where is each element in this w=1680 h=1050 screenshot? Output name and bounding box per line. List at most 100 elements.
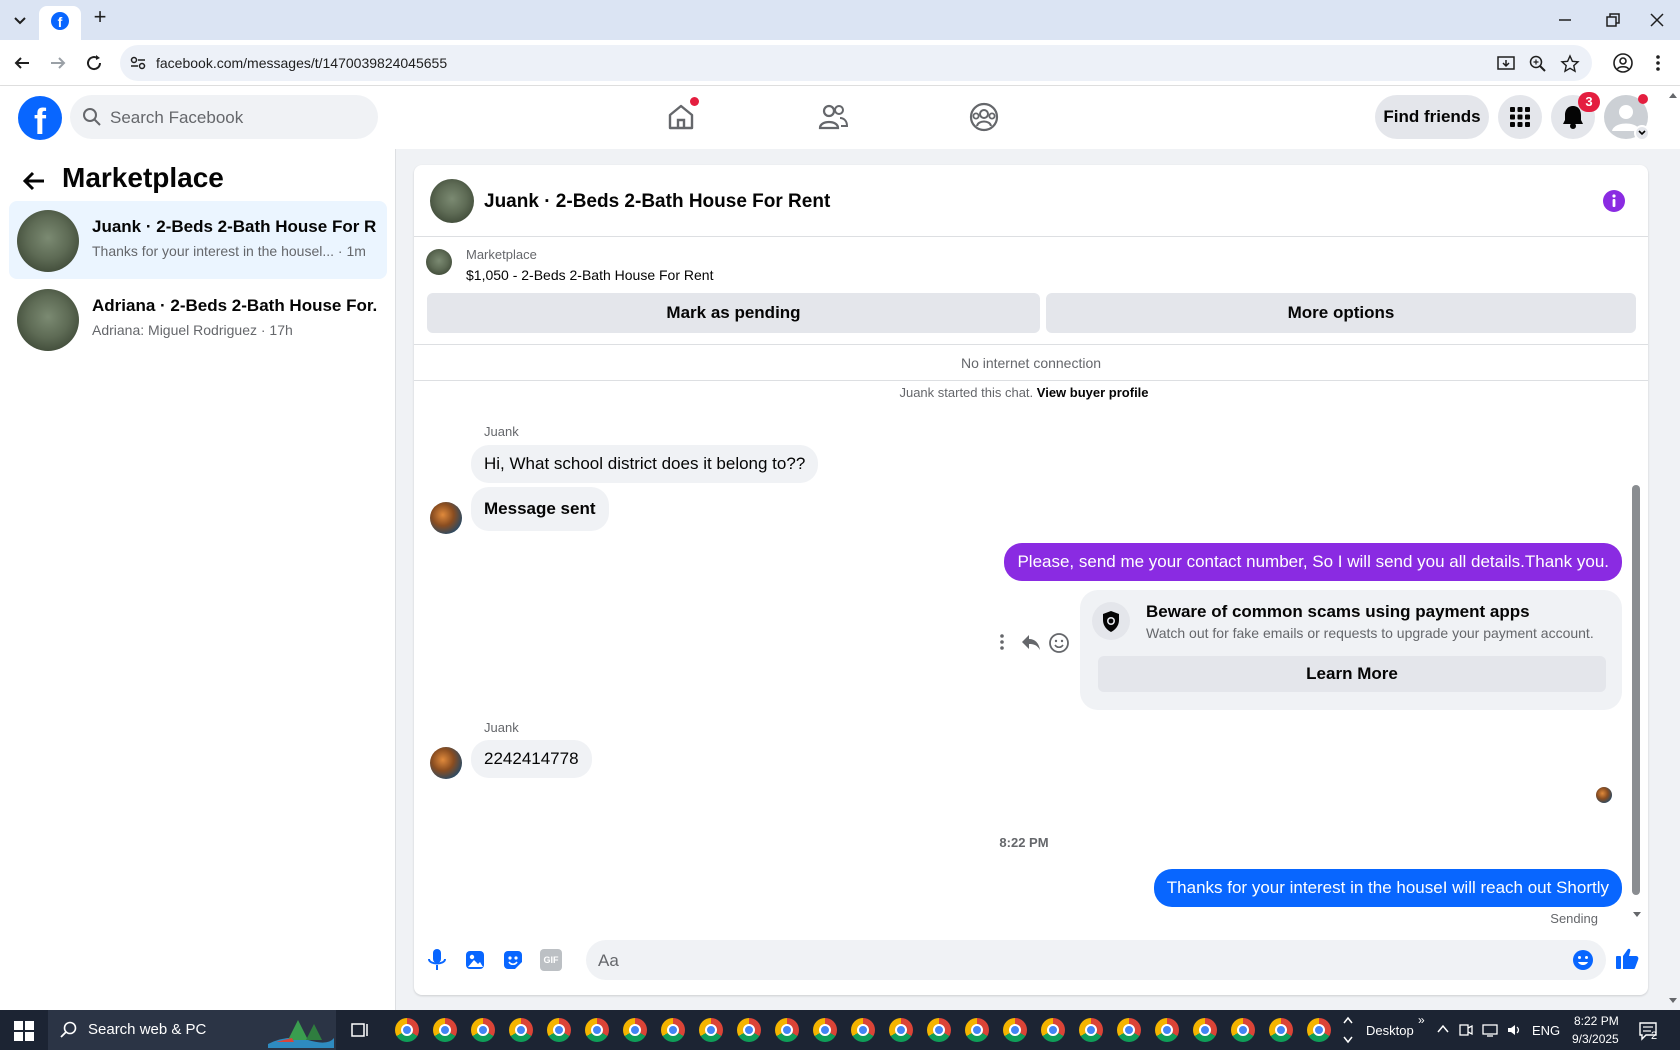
chrome-taskbar-icon[interactable] (1117, 1018, 1141, 1042)
url-text[interactable]: facebook.com/messages/t/1470039824045655 (156, 55, 447, 71)
chrome-taskbar-icon[interactable] (623, 1018, 647, 1042)
chat-scrollbar[interactable] (1632, 485, 1640, 895)
tab-facebook[interactable]: f (39, 6, 81, 40)
voice-clip-button[interactable] (426, 947, 448, 973)
chrome-taskbar-icon[interactable] (585, 1018, 609, 1042)
action-center-button[interactable]: 2 (1638, 1020, 1660, 1042)
chrome-taskbar-icon[interactable] (1269, 1018, 1293, 1042)
scroll-down-arrow[interactable] (1632, 910, 1642, 920)
chrome-taskbar-icon[interactable] (395, 1018, 419, 1042)
browser-menu-icon[interactable] (1648, 51, 1668, 75)
minimize-button[interactable] (1553, 8, 1577, 32)
chrome-taskbar-icon[interactable] (1231, 1018, 1255, 1042)
chrome-taskbar-icon[interactable] (547, 1018, 571, 1042)
chrome-taskbar-icon[interactable] (1307, 1018, 1331, 1042)
chrome-taskbar-icon[interactable] (813, 1018, 837, 1042)
account-button[interactable] (1604, 94, 1650, 141)
chrome-taskbar-icon[interactable] (433, 1018, 457, 1042)
profile-icon[interactable] (1611, 51, 1635, 75)
chrome-taskbar-icon[interactable] (1193, 1018, 1217, 1042)
site-info-icon[interactable] (128, 53, 148, 73)
scam-card-title: Beware of common scams using payment app… (1146, 602, 1530, 621)
sticker-button[interactable] (502, 949, 524, 971)
desktop-toolbar-label[interactable]: Desktop (1366, 1023, 1414, 1038)
clock-date[interactable]: 9/3/2025 (1572, 1032, 1619, 1046)
chrome-taskbar-icon[interactable] (775, 1018, 799, 1042)
network-icon[interactable] (1482, 1022, 1498, 1038)
install-app-icon[interactable] (1496, 54, 1516, 74)
home-nav-button[interactable] (664, 97, 699, 134)
chrome-taskbar-icon[interactable] (661, 1018, 685, 1042)
chrome-taskbar-icon[interactable] (1079, 1018, 1103, 1042)
chrome-taskbar-icon[interactable] (927, 1018, 951, 1042)
conversation-item-juank[interactable]: Juank · 2-Beds 2-Bath House For R... Tha… (9, 201, 387, 279)
back-button[interactable] (10, 51, 34, 75)
outgoing-message[interactable]: Thanks for your interest in the houseI w… (1153, 869, 1622, 907)
message-more-button[interactable] (992, 632, 1012, 652)
bookmark-star-icon[interactable] (1560, 54, 1580, 74)
gif-button[interactable]: GIF (540, 949, 562, 971)
mark-pending-button[interactable]: Mark as pending (427, 293, 1040, 333)
find-friends-button[interactable]: Find friends (1375, 95, 1489, 139)
forward-button[interactable] (46, 51, 70, 75)
tab-search-dropdown[interactable] (8, 8, 32, 32)
view-buyer-profile-link[interactable]: View buyer profile (1037, 385, 1149, 400)
chat-title[interactable]: Juank · 2-Beds 2-Bath House For Rent (484, 191, 830, 213)
taskbar-search-box[interactable]: Search web & PC (48, 1010, 336, 1050)
chrome-taskbar-icon[interactable] (471, 1018, 495, 1042)
listing-price[interactable]: $1,050 - 2-Beds 2-Bath House For Rent (466, 267, 713, 283)
taskbar-scroll-up[interactable] (1342, 1014, 1354, 1026)
expand-toolbar-icon[interactable]: » (1418, 1013, 1425, 1027)
task-view-button[interactable] (350, 1020, 370, 1040)
like-button[interactable] (1614, 946, 1640, 972)
conversation-item-adriana[interactable]: Adriana · 2-Beds 2-Bath House For... Adr… (9, 280, 387, 358)
chrome-taskbar-icon[interactable] (851, 1018, 875, 1042)
emoji-button[interactable] (1572, 949, 1594, 971)
notifications-button[interactable]: 3 (1551, 92, 1600, 139)
chrome-taskbar-icon[interactable] (889, 1018, 913, 1042)
incoming-message[interactable]: Hi, What school district does it belong … (471, 445, 819, 483)
back-button[interactable] (20, 167, 48, 195)
chrome-taskbar-icon[interactable] (1003, 1018, 1027, 1042)
listing-avatar[interactable] (430, 179, 474, 223)
incoming-message[interactable]: 2242414778 (471, 740, 592, 778)
new-tab-button[interactable]: + (88, 6, 112, 30)
message-input[interactable]: Aa (586, 940, 1606, 980)
react-button[interactable] (1048, 632, 1070, 654)
groups-nav-button[interactable] (967, 100, 1001, 134)
learn-more-button[interactable]: Learn More (1098, 656, 1606, 692)
input-language[interactable]: ENG (1532, 1023, 1560, 1038)
sticker-icon (504, 951, 522, 969)
chrome-taskbar-icon[interactable] (737, 1018, 761, 1042)
taskbar-scroll-down[interactable] (1342, 1034, 1354, 1046)
page-scroll-down[interactable] (1668, 996, 1678, 1006)
incoming-message[interactable]: Message sent (471, 487, 609, 531)
friends-nav-button[interactable] (816, 100, 850, 134)
meet-now-icon[interactable] (1458, 1022, 1474, 1038)
more-options-button[interactable]: More options (1046, 293, 1636, 333)
reply-button[interactable] (1020, 632, 1042, 652)
chrome-taskbar-icon[interactable] (965, 1018, 989, 1042)
zoom-icon[interactable] (1528, 54, 1548, 74)
chrome-taskbar-icon[interactable] (509, 1018, 533, 1042)
restore-button[interactable] (1600, 8, 1624, 32)
sender-avatar[interactable] (430, 747, 462, 779)
close-window-button[interactable] (1645, 8, 1669, 32)
outgoing-message[interactable]: Please, send me your contact number, So … (1004, 543, 1622, 581)
address-bar[interactable]: facebook.com/messages/t/1470039824045655 (120, 45, 1592, 81)
show-hidden-icons-button[interactable] (1436, 1022, 1450, 1036)
facebook-search-input[interactable]: Search Facebook (70, 95, 378, 139)
chrome-taskbar-icon[interactable] (1155, 1018, 1179, 1042)
sender-avatar[interactable] (430, 502, 462, 534)
chrome-taskbar-icon[interactable] (1041, 1018, 1065, 1042)
volume-icon[interactable] (1506, 1022, 1522, 1038)
facebook-logo-icon[interactable]: f (18, 96, 62, 140)
reload-button[interactable] (82, 51, 106, 75)
page-scroll-up[interactable] (1668, 90, 1678, 100)
info-button[interactable] (1602, 189, 1626, 213)
attach-photo-button[interactable] (464, 949, 486, 971)
menu-button[interactable] (1498, 95, 1542, 139)
start-button[interactable] (14, 1021, 34, 1041)
chrome-taskbar-icon[interactable] (699, 1018, 723, 1042)
clock-time[interactable]: 8:22 PM (1574, 1014, 1619, 1028)
